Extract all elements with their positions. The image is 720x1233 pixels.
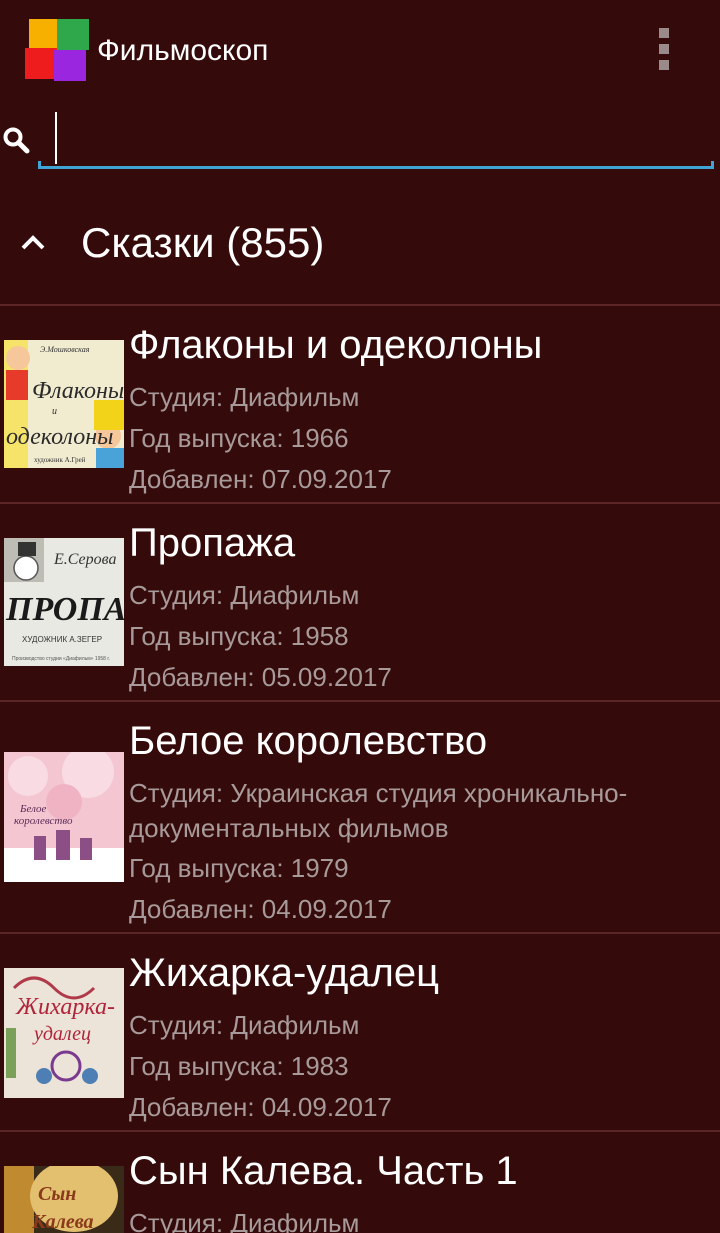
search-underline xyxy=(38,161,714,169)
item-year: Год выпуска: 1983 xyxy=(129,1051,349,1081)
menu-dot xyxy=(659,60,669,70)
menu-dot xyxy=(659,28,669,38)
list-item[interactable]: Сын Калева Сын Калева. Часть 1 Студия: Д… xyxy=(0,1132,720,1233)
item-studio: Студия: Диафильм xyxy=(129,382,360,412)
action-bar: Фильмоскоп xyxy=(0,0,720,100)
group-title: Сказки (855) xyxy=(81,219,325,266)
item-studio: Студия: Диафильм xyxy=(129,1010,360,1040)
svg-text:Жихарка-: Жихарка- xyxy=(15,994,115,1020)
list-item[interactable]: Белое королевство Белое королевство Студ… xyxy=(0,702,720,932)
item-year: Год выпуска: 1966 xyxy=(129,423,349,453)
chevron-up-icon xyxy=(21,235,45,250)
svg-text:королевство: королевство xyxy=(14,815,73,827)
app-title: Фильмоскоп xyxy=(97,34,269,67)
svg-text:одеколоны: одеколоны xyxy=(6,424,113,450)
svg-text:Белое: Белое xyxy=(19,803,47,815)
item-title: Жихарка-удалец xyxy=(129,951,440,995)
item-studio: Студия: Диафильм xyxy=(129,1208,360,1233)
list-item[interactable]: Жихарка- удалец Жихарка-удалец Студия: Д… xyxy=(0,934,720,1130)
svg-text:Э.Мошковская: Э.Мошковская xyxy=(40,345,90,354)
svg-text:Производство студии «Диафильм»: Производство студии «Диафильм» 1958 г. xyxy=(12,656,110,662)
item-added-date: Добавлен: 05.09.2017 xyxy=(129,662,392,692)
filmstrip-thumbnail: Е.Серова ПРОПАЖА ХУДОЖНИК А.ЗЕГЕР Произв… xyxy=(4,538,124,666)
logo-square-green xyxy=(57,19,89,50)
item-studio-continued: документальных фильмов xyxy=(129,813,449,843)
filmstrip-thumbnail: Сын Калева xyxy=(4,1166,124,1233)
filmstrip-thumbnail: Жихарка- удалец xyxy=(4,968,124,1098)
item-year: Год выпуска: 1979 xyxy=(129,853,349,883)
group-header[interactable]: Сказки (855) xyxy=(0,200,720,304)
svg-text:художник А.Грей: художник А.Грей xyxy=(34,456,86,464)
svg-text:Калева: Калева xyxy=(31,1211,94,1233)
menu-dot xyxy=(659,44,669,54)
item-added-date: Добавлен: 04.09.2017 xyxy=(129,894,392,924)
item-added-date: Добавлен: 07.09.2017 xyxy=(129,464,392,494)
list-item[interactable]: Э.Мошковская Флаконы и одеколоны художни… xyxy=(0,306,720,502)
search-bar xyxy=(0,108,720,174)
logo-square-red xyxy=(25,48,57,79)
svg-text:удалец: удалец xyxy=(32,1023,91,1045)
overflow-menu-icon[interactable] xyxy=(654,28,674,72)
logo-square-purple xyxy=(54,50,86,81)
svg-text:Е.Серова: Е.Серова xyxy=(53,551,117,568)
svg-text:ПРОПАЖА: ПРОПАЖА xyxy=(5,591,124,628)
svg-text:Сын: Сын xyxy=(38,1183,76,1205)
text-cursor xyxy=(55,112,57,164)
item-year: Год выпуска: 1958 xyxy=(129,621,349,651)
svg-text:Флаконы: Флаконы xyxy=(32,378,124,404)
filmstrip-thumbnail: Белое королевство xyxy=(4,752,124,882)
list-item[interactable]: Е.Серова ПРОПАЖА ХУДОЖНИК А.ЗЕГЕР Произв… xyxy=(0,504,720,700)
item-studio: Студия: Украинская студия хроникально- xyxy=(129,778,628,808)
item-title: Флаконы и одеколоны xyxy=(129,323,543,367)
item-title: Белое королевство xyxy=(129,719,488,763)
search-input[interactable] xyxy=(40,108,710,166)
item-studio: Студия: Диафильм xyxy=(129,580,360,610)
svg-text:ХУДОЖНИК А.ЗЕГЕР: ХУДОЖНИК А.ЗЕГЕР xyxy=(22,635,102,644)
svg-text:и: и xyxy=(52,406,57,417)
search-icon xyxy=(3,127,30,154)
filmstrip-thumbnail: Э.Мошковская Флаконы и одеколоны художни… xyxy=(4,340,124,468)
item-added-date: Добавлен: 04.09.2017 xyxy=(129,1092,392,1122)
item-title: Сын Калева. Часть 1 xyxy=(129,1149,518,1193)
app-logo xyxy=(25,19,89,81)
item-title: Пропажа xyxy=(129,521,296,565)
app-screen: Фильмоскоп Сказки (855) Э.Мошковская Фла… xyxy=(0,0,720,1233)
